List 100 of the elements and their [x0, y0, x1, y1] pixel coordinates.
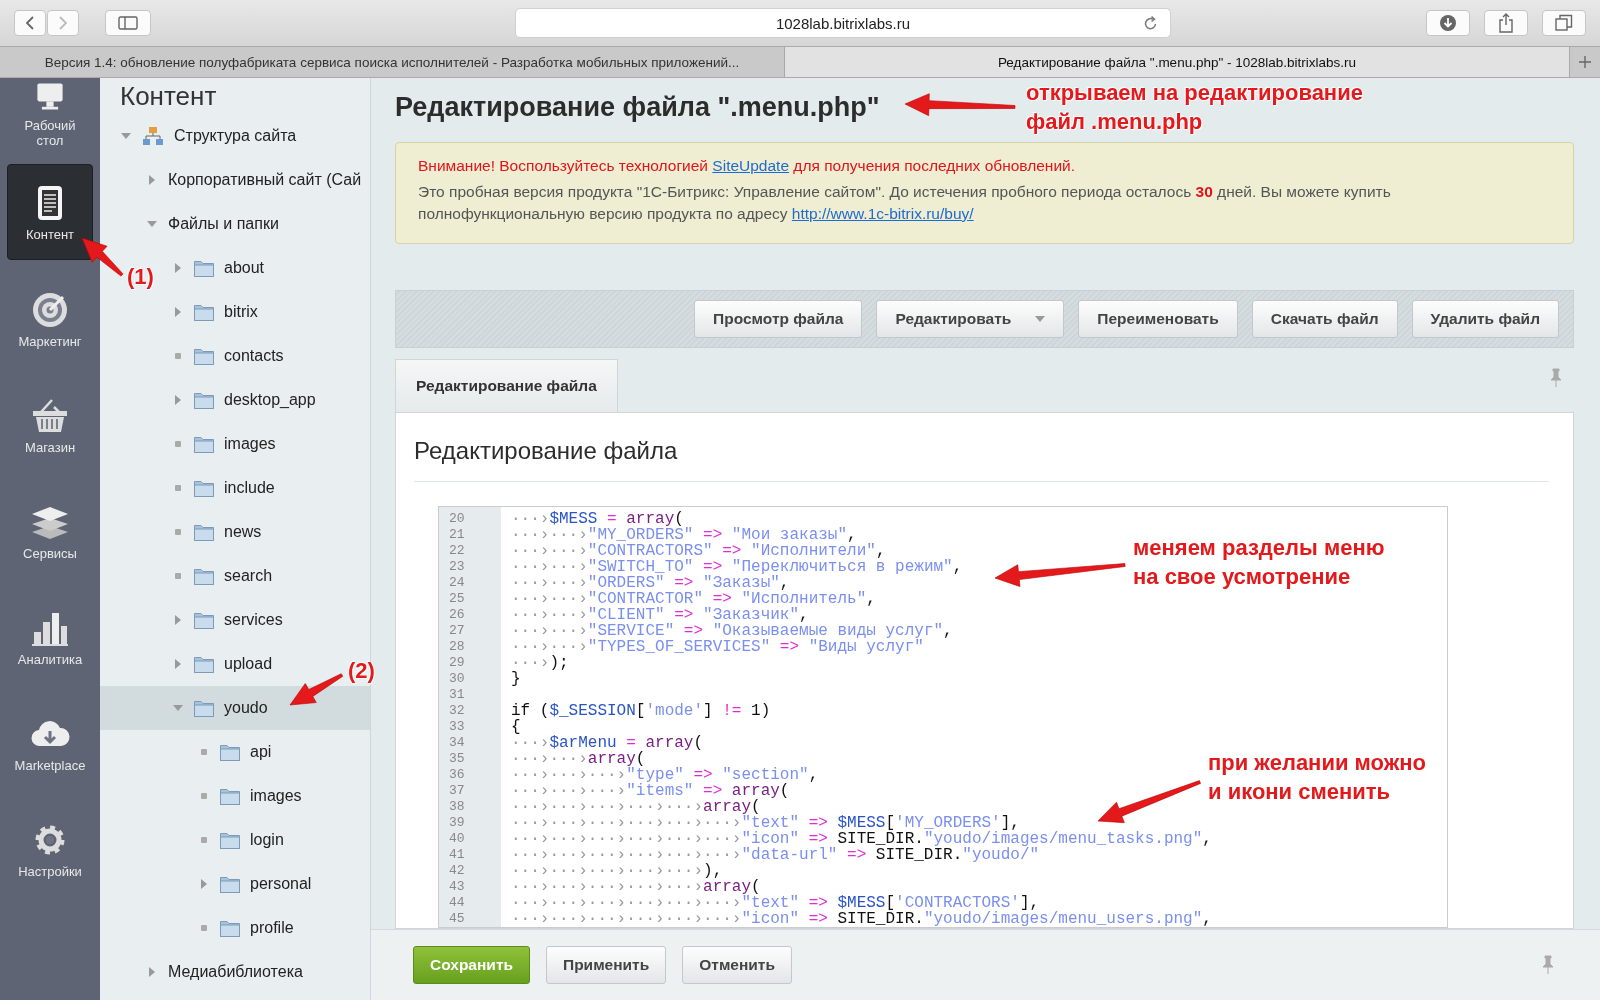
tree-item[interactable]: news: [172, 523, 262, 541]
code-line: ···›···›···›···›···›array(: [510, 879, 761, 895]
code-line: ···›···›···›···›···›···›"data-url" => SITE_DIR."youdo/": [510, 847, 1040, 863]
code-line: ···›···›"CONTRACTOR" => "Исполнитель",: [510, 591, 876, 607]
line-number: 45: [448, 911, 466, 927]
tree-item[interactable]: api: [198, 743, 272, 761]
sidebar-item[interactable]: Настройки: [8, 802, 92, 896]
line-number: 27: [448, 623, 466, 639]
code-line: ···›···›"ORDERS" => "Заказы",: [510, 575, 790, 591]
line-number: 20: [448, 511, 466, 527]
code-line: {: [510, 719, 521, 735]
toolbar-button[interactable]: Удалить файл: [1411, 300, 1559, 338]
tree-item[interactable]: login: [198, 831, 284, 849]
tree-item[interactable]: Медиабиблиотека: [146, 963, 303, 981]
editor-tab[interactable]: Редактирование файла: [395, 359, 618, 412]
folder-icon: [220, 875, 240, 893]
sidebar-item[interactable]: Аналитика: [8, 590, 92, 684]
sidebar-item[interactable]: Магазин: [8, 378, 92, 472]
tree-item[interactable]: personal: [198, 875, 312, 893]
toolbar-button[interactable]: Переименовать: [1078, 300, 1238, 338]
folder-icon: [194, 435, 214, 453]
line-number: 21: [448, 527, 466, 543]
sidebar-item[interactable]: Marketplace: [8, 696, 92, 790]
tree-item[interactable]: include: [172, 479, 275, 497]
back-button[interactable]: [14, 10, 46, 36]
bullet-icon: [172, 570, 184, 582]
arrow-icon: [904, 93, 1016, 116]
toolbar-button[interactable]: Просмотр файла: [694, 300, 863, 338]
bullet-icon: [172, 350, 184, 362]
tree-item[interactable]: upload: [172, 655, 273, 673]
line-number: 25: [448, 591, 466, 607]
sidebar-toggle-button[interactable]: [105, 10, 151, 36]
pin-icon[interactable]: [1550, 368, 1562, 388]
toolbar-button[interactable]: Скачать файл: [1251, 300, 1398, 338]
line-number: 32: [448, 703, 466, 719]
share-button[interactable]: [1484, 10, 1528, 36]
pin-icon[interactable]: [1542, 955, 1554, 975]
tree-item[interactable]: profile: [198, 919, 294, 937]
line-number: 31: [448, 687, 466, 703]
code-line: if ($_SESSION['mode'] != 1): [510, 703, 771, 719]
code-line: ···›···›"CLIENT" => "Заказчик",: [510, 607, 809, 623]
tabs-button[interactable]: [1542, 10, 1586, 36]
sidebar-item[interactable]: Контент: [7, 164, 93, 260]
folder-icon: [220, 831, 240, 849]
code-editor[interactable]: [438, 506, 1448, 928]
tree-item[interactable]: Файлы и папки: [146, 215, 279, 233]
sitemap-icon: [142, 126, 164, 146]
bullet-icon: [172, 526, 184, 538]
bullet-icon: [172, 482, 184, 494]
footer-button[interactable]: Применить: [546, 946, 667, 984]
tree-item[interactable]: contacts: [172, 347, 284, 365]
tree-item[interactable]: bitrix: [172, 303, 258, 321]
tree-item[interactable]: Структура сайта: [120, 126, 297, 146]
folder-icon: [194, 699, 214, 717]
code-line: ···›···›···›"type" => "section",: [510, 767, 819, 783]
sidebar-item[interactable]: Сервисы: [8, 484, 92, 578]
footer-button[interactable]: Отменить: [682, 946, 792, 984]
code-line: ···›);: [510, 655, 569, 671]
code-line: }: [510, 671, 521, 687]
browser-tab[interactable]: Редактирование файла ".menu.php" - 1028lab.bitrixlabs.ru: [785, 47, 1570, 77]
bullet-icon: [172, 438, 184, 450]
folder-icon: [220, 787, 240, 805]
tree-item[interactable]: about: [172, 259, 265, 277]
tree-item[interactable]: images: [198, 787, 302, 805]
tree-item[interactable]: Корпоративный сайт (Сай: [146, 171, 362, 189]
caret-icon: [1035, 316, 1046, 322]
folder-icon: [194, 259, 214, 277]
folder-icon: [194, 567, 214, 585]
code-line: ···›···›"TYPES_OF_SERVICES" => "Виды услуг": [510, 639, 924, 655]
plus-icon: [1578, 55, 1592, 69]
buy-link[interactable]: http://www.1c-bitrix.ru/buy/: [791, 205, 974, 222]
annotation-text: (2): [348, 657, 375, 685]
line-number: 30: [448, 671, 466, 687]
download-button[interactable]: [1426, 10, 1470, 36]
bullet-icon: [198, 922, 210, 934]
line-number: 29: [448, 655, 466, 671]
line-number: 33: [448, 719, 466, 735]
sidebar-item[interactable]: Рабочий стол: [8, 78, 92, 148]
sidebar-item[interactable]: Маркетинг: [8, 272, 92, 366]
siteupdate-link[interactable]: SiteUpdate: [712, 157, 790, 174]
tree-item[interactable]: services: [172, 611, 283, 629]
edit-dropdown-button[interactable]: Редактировать: [876, 300, 1065, 338]
line-number: 36: [448, 767, 466, 783]
line-number: 43: [448, 879, 466, 895]
folder-icon: [194, 391, 214, 409]
arrow-icon: [289, 673, 344, 706]
tree-item[interactable]: desktop_app: [172, 391, 316, 409]
line-number: 42: [448, 863, 466, 879]
code-line: ···›···›···›···›···›···›"text" => $MESS['MY_ORDERS'],: [510, 815, 1020, 831]
line-number: 26: [448, 607, 466, 623]
tree-item[interactable]: youdo: [172, 699, 268, 717]
address-field[interactable]: 1028lab.bitrixlabs.ru: [515, 8, 1171, 38]
tree-item[interactable]: search: [172, 567, 273, 585]
forward-button[interactable]: [47, 10, 79, 36]
code-line: ···›···›···›···›···›),: [510, 863, 723, 879]
arrow-icon: [81, 237, 124, 277]
tree-item[interactable]: images: [172, 435, 276, 453]
reload-icon[interactable]: [1144, 15, 1158, 31]
folder-icon: [194, 303, 214, 321]
sidebar-icon: [118, 16, 138, 30]
